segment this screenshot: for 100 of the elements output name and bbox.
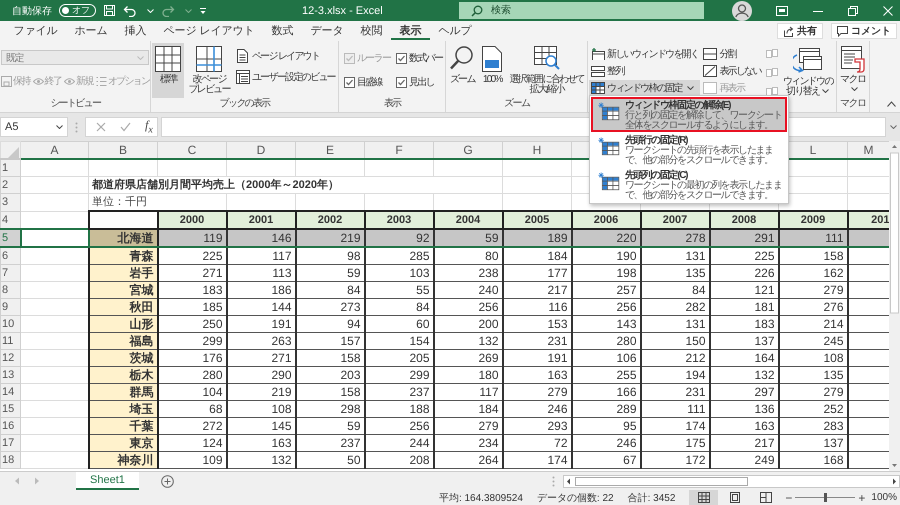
autosave-toggle[interactable]: オフ (59, 4, 96, 17)
column-header[interactable]: C (158, 142, 226, 159)
table-cell: 143 (572, 316, 640, 332)
view-button[interactable]: 標準 (152, 43, 184, 98)
close-icon[interactable] (883, 6, 893, 16)
list-window-icon (236, 70, 250, 84)
row-header[interactable]: 9 (0, 298, 20, 316)
row-header[interactable]: 6 (0, 247, 20, 264)
document-icon (236, 48, 250, 62)
customize-icon[interactable] (199, 6, 207, 14)
window-button[interactable]: ウィンドウ枠の固定 (588, 80, 700, 95)
row-header[interactable]: 1 (0, 159, 20, 176)
zoom-button[interactable]: 100% (479, 43, 506, 98)
table-cell: 135 (778, 366, 848, 384)
save-icon[interactable] (103, 4, 116, 17)
table-cell: 280 (572, 332, 640, 350)
expand-icon (890, 125, 897, 129)
row-header[interactable]: 5 (0, 229, 20, 247)
sheet-tab[interactable]: Sheet1 (76, 472, 139, 490)
add-sheet-icon[interactable] (160, 474, 174, 488)
grip-icon (75, 122, 78, 132)
row-header[interactable]: 15 (0, 400, 20, 418)
row-header[interactable]: 11 (0, 332, 20, 350)
ribbon-tab[interactable]: 挿入 (116, 22, 155, 40)
active-cell[interactable] (20, 229, 88, 247)
ribbon-tab[interactable]: 校閲 (352, 22, 392, 40)
column-header[interactable]: A (20, 142, 88, 159)
menu-item[interactable]: 先頭列の固定(C) ワークシートの最初の列を表示したままで、他の部分をスクロールできます。 (591, 167, 787, 202)
ribbon-tab[interactable]: 数式 (263, 22, 302, 40)
window-button[interactable]: 新しいウィンドウを開く (588, 46, 700, 61)
undo-icon[interactable] (123, 4, 137, 17)
row-header[interactable]: 13 (0, 366, 20, 384)
insert-function-button[interactable]: f$_{x}$ (145, 118, 153, 136)
table-cell: 185 (158, 298, 226, 316)
row-header[interactable]: 16 (0, 418, 20, 434)
checkbox[interactable] (396, 52, 408, 64)
row-header[interactable]: 2 (0, 176, 20, 194)
region-name: 宮城 (88, 282, 158, 298)
row-header[interactable]: 18 (0, 452, 20, 468)
row-header[interactable]: 10 (0, 316, 20, 332)
ribbon-tab[interactable]: ページ レイアウト (155, 22, 264, 40)
view-button[interactable]: ページ レイアウト (234, 48, 337, 63)
ribbon-tab[interactable]: ファイル (5, 22, 66, 40)
window-button[interactable]: 分割 (701, 46, 763, 61)
window-button[interactable]: 表示しない (701, 63, 763, 78)
window-button[interactable]: 整列 (588, 63, 700, 78)
table-cell: 59 (434, 229, 502, 247)
table-cell: 163 (226, 434, 296, 452)
collapse-ribbon-icon[interactable] (887, 101, 896, 107)
row-header[interactable]: 14 (0, 384, 20, 400)
view-button[interactable]: 改ページ プレビュー (186, 43, 232, 98)
vertical-scrollbar[interactable] (889, 141, 900, 471)
table-cell: 278 (640, 229, 710, 247)
table-cell: 256 (364, 418, 434, 434)
table-cell: 132 (710, 366, 778, 384)
column-header[interactable]: M (848, 142, 889, 159)
column-header[interactable]: H (502, 142, 572, 159)
view-button[interactable]: ユーザー設定のビュー (234, 69, 337, 84)
column-header[interactable]: B (88, 142, 158, 159)
column-header[interactable]: F (364, 142, 434, 159)
ribbon-display-icon[interactable] (776, 6, 788, 16)
ribbon-tab[interactable]: 表示 (391, 22, 430, 40)
table-cell: 172 (640, 452, 710, 468)
share-button[interactable]: 共有 (777, 23, 823, 39)
search-field[interactable]: 検索 (459, 2, 704, 19)
slider-thumb[interactable] (824, 493, 828, 502)
table-cell: 234 (434, 434, 502, 452)
ribbon-tab[interactable]: データ (302, 22, 352, 40)
column-header[interactable]: D (226, 142, 296, 159)
checkbox[interactable] (396, 76, 408, 88)
column-header[interactable]: G (434, 142, 502, 159)
row-header[interactable]: 7 (0, 264, 20, 282)
row-header[interactable]: 3 (0, 194, 20, 211)
ribbon-tab[interactable]: ヘルプ (430, 22, 480, 40)
row-header[interactable]: 17 (0, 434, 20, 452)
zoom-in-button[interactable]: + (858, 490, 866, 504)
zoom-button[interactable]: ズーム (447, 43, 478, 98)
view-button[interactable] (689, 490, 718, 505)
row-header[interactable]: 8 (0, 282, 20, 298)
region-name: 千葉 (88, 418, 158, 434)
ribbon-tab[interactable]: ホーム (66, 22, 116, 40)
table-cell: 226 (710, 264, 778, 282)
zoom-button[interactable]: 選択範囲に合わせて 拡大/縮小 (507, 43, 586, 98)
comment-button[interactable]: コメント (831, 23, 897, 39)
horizontal-scrollbar[interactable] (563, 474, 900, 488)
restore-icon[interactable] (848, 6, 858, 16)
checkbox[interactable] (344, 76, 355, 88)
zoom-out-button[interactable]: − (785, 490, 792, 504)
column-header[interactable]: E (296, 142, 364, 159)
avatar-icon[interactable] (732, 0, 752, 20)
row-header[interactable]: 12 (0, 350, 20, 366)
name-box[interactable]: A5 (0, 117, 68, 137)
switch-windows-button[interactable]: ウィンドウの 切り替え (780, 43, 835, 98)
table-cell: 291 (710, 229, 778, 247)
macro-button[interactable]: マクロ (838, 43, 868, 98)
split-icon (703, 48, 718, 60)
table-cell: 246 (572, 434, 640, 452)
menu-item[interactable]: ウィンドウ枠固定の解除(E) 行と列の固定を解除して、ワークシート全体をスクロールするようにします。 (591, 97, 787, 132)
table-cell: 299 (364, 366, 434, 384)
region-name: 青森 (88, 247, 158, 264)
